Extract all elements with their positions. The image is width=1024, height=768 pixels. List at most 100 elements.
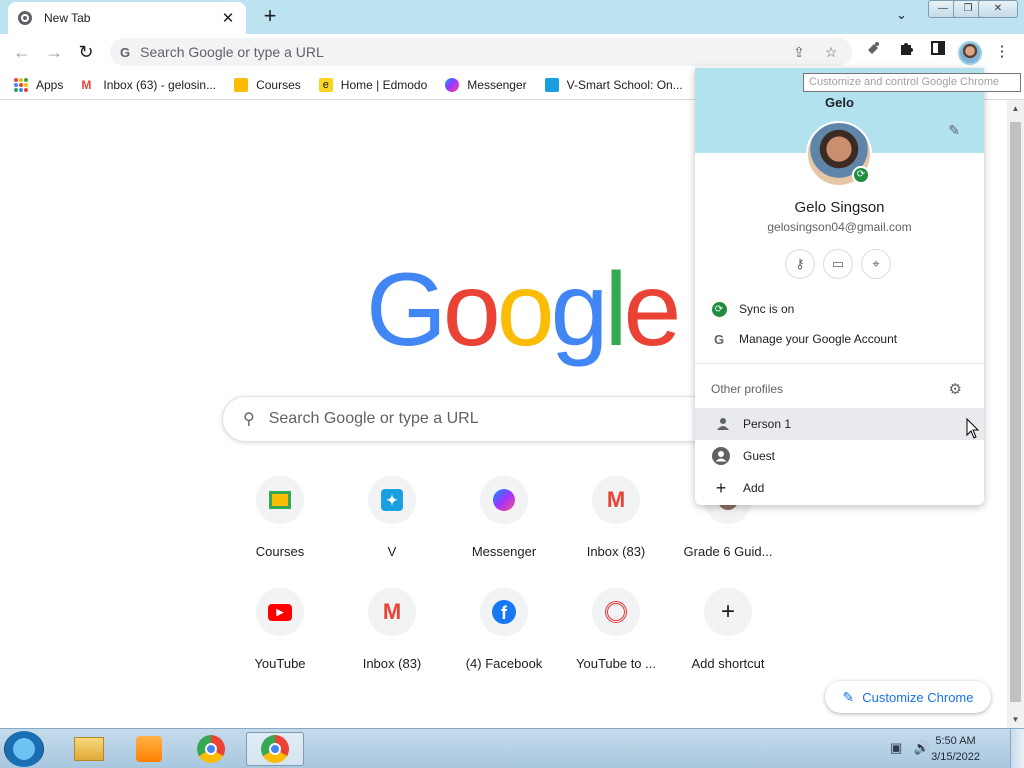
- bookmark-edmodo[interactable]: e Home | Edmodo: [318, 77, 427, 92]
- profile-guest[interactable]: Guest: [695, 440, 984, 472]
- scroll-down-icon[interactable]: ▼: [1007, 715, 1024, 724]
- manage-account-row[interactable]: G Manage your Google Account: [695, 324, 984, 354]
- search-icon: ⚲: [243, 411, 255, 428]
- share-icon[interactable]: ⇪: [788, 41, 810, 63]
- logo-letter: e: [623, 252, 682, 368]
- target-favicon-icon: [592, 588, 640, 636]
- window-close-button[interactable]: ✕: [978, 0, 1018, 18]
- add-shortcut-button[interactable]: + Add shortcut: [672, 588, 784, 671]
- bookmark-courses[interactable]: Courses: [234, 77, 301, 92]
- bookmark-messenger[interactable]: Messenger: [445, 77, 527, 92]
- guest-icon: [711, 446, 731, 466]
- edit-profile-icon[interactable]: ✎: [948, 122, 960, 139]
- divider: [695, 363, 984, 364]
- chrome-profile-taskbar-icon[interactable]: [246, 732, 304, 766]
- tab-strip: New Tab ✕ + ⌄ — ❐ ✕: [0, 0, 1024, 34]
- apps-grid-icon: [14, 77, 28, 92]
- shortcut-tile[interactable]: Messenger: [448, 476, 560, 559]
- shortcut-tile[interactable]: f (4) Facebook: [448, 588, 560, 671]
- messenger-icon: [480, 476, 528, 524]
- extension-puzzle-alt-icon[interactable]: [862, 40, 886, 64]
- page-scrollbar[interactable]: ▲ ▼: [1007, 100, 1024, 728]
- forward-button[interactable]: →: [42, 40, 66, 64]
- shortcut-tile[interactable]: M Inbox (83): [560, 476, 672, 559]
- location-icon[interactable]: ⌖: [861, 249, 891, 279]
- logo-letter: l: [604, 252, 627, 368]
- show-desktop-button[interactable]: [1010, 729, 1024, 768]
- tab-new-tab[interactable]: New Tab ✕: [8, 2, 246, 34]
- pencil-icon: ✎: [842, 688, 855, 705]
- key-icon[interactable]: ⚷: [785, 249, 815, 279]
- google-g-icon: G: [713, 331, 725, 347]
- person-icon: [715, 416, 731, 432]
- gmail-icon: M: [368, 588, 416, 636]
- profile-avatar-button[interactable]: [958, 41, 982, 65]
- windows-taskbar: ▣ 🔊 5:50 AM 3/15/2022: [0, 728, 1024, 768]
- bookmark-gmail[interactable]: M Inbox (63) - gelosin...: [81, 78, 216, 92]
- gmail-icon: M: [81, 77, 92, 92]
- logo-letter: o: [442, 252, 501, 368]
- tab-close-icon[interactable]: ✕: [220, 9, 236, 27]
- plus-icon: +: [715, 477, 727, 498]
- vsmart-icon: ✦: [368, 476, 416, 524]
- classroom-icon: [234, 77, 249, 92]
- gear-icon[interactable]: ⚙: [949, 380, 962, 398]
- chrome-favicon-icon: [18, 11, 32, 25]
- scroll-up-icon[interactable]: ▲: [1007, 104, 1024, 113]
- google-g-icon: G: [120, 44, 131, 60]
- quick-actions: ⚷ ▭ ⌖: [785, 249, 891, 279]
- add-profile-row[interactable]: + Add: [695, 472, 984, 504]
- classroom-icon: [256, 476, 304, 524]
- reload-button[interactable]: ↻: [74, 40, 98, 64]
- browser-toolbar: ← → ↻ G ⇪ ☆ ⋮: [0, 34, 1024, 70]
- omnibox-input[interactable]: [140, 44, 778, 60]
- facebook-icon: f: [480, 588, 528, 636]
- ntp-search-input[interactable]: [268, 410, 761, 428]
- edmodo-icon: e: [318, 77, 333, 92]
- other-profiles-title: Other profiles: [711, 382, 784, 396]
- chrome-menu-button[interactable]: ⋮: [990, 40, 1014, 64]
- shortcut-tile[interactable]: M Inbox (83): [336, 588, 448, 671]
- bookmark-star-icon[interactable]: ☆: [820, 41, 842, 63]
- clock-time: 5:50 AM: [935, 735, 976, 747]
- clock-date: 3/15/2022: [931, 751, 980, 763]
- menu-tooltip: Customize and control Google Chrome: [803, 73, 1021, 92]
- customize-chrome-button[interactable]: ✎ Customize Chrome: [825, 681, 991, 713]
- start-button[interactable]: [4, 731, 44, 767]
- shortcut-tile[interactable]: Courses: [224, 476, 336, 559]
- vsmart-icon: [544, 77, 559, 92]
- side-panel-icon[interactable]: [926, 40, 950, 64]
- explorer-taskbar-icon[interactable]: [62, 732, 116, 766]
- profile-name: Gelo: [825, 95, 854, 110]
- omnibox[interactable]: G ⇪ ☆: [110, 38, 852, 66]
- tab-search-icon[interactable]: ⌄: [896, 7, 907, 23]
- account-full-name: Gelo Singson: [794, 199, 885, 216]
- network-icon[interactable]: ▣: [890, 740, 902, 755]
- sync-badge-icon: ⟳: [852, 166, 870, 184]
- tray-icons[interactable]: ▣ 🔊: [890, 740, 930, 756]
- google-logo: Google: [366, 252, 682, 368]
- profile-menu-panel: Gelo ✎ ⟳ Gelo Singson gelosingson04@gmai…: [695, 68, 984, 505]
- extensions-icon[interactable]: [894, 40, 918, 64]
- sync-icon: ⟳: [711, 301, 727, 317]
- profile-person-1[interactable]: Person 1: [695, 408, 984, 440]
- shortcut-tile[interactable]: YouTube to ...: [560, 588, 672, 671]
- system-clock[interactable]: 5:50 AM 3/15/2022: [931, 733, 980, 765]
- new-tab-button[interactable]: +: [258, 5, 282, 27]
- messenger-icon: [445, 77, 460, 92]
- shortcut-tile[interactable]: ▶ YouTube: [224, 588, 336, 671]
- sync-status-row[interactable]: ⟳ Sync is on: [695, 294, 984, 324]
- tab-title: New Tab: [44, 11, 91, 25]
- card-icon[interactable]: ▭: [823, 249, 853, 279]
- bookmark-apps[interactable]: Apps: [14, 77, 63, 92]
- back-button[interactable]: ←: [10, 40, 34, 64]
- account-email: gelosingson04@gmail.com: [767, 220, 912, 234]
- chrome-taskbar-icon[interactable]: [184, 732, 238, 766]
- volume-icon[interactable]: 🔊: [914, 740, 930, 755]
- bookmark-vsmart[interactable]: V-Smart School: On...: [544, 77, 683, 92]
- shortcut-tile[interactable]: ✦ V: [336, 476, 448, 559]
- scrollbar-thumb[interactable]: [1010, 122, 1021, 702]
- logo-letter: o: [496, 252, 555, 368]
- media-player-taskbar-icon[interactable]: [122, 732, 176, 766]
- logo-letter: G: [366, 252, 447, 368]
